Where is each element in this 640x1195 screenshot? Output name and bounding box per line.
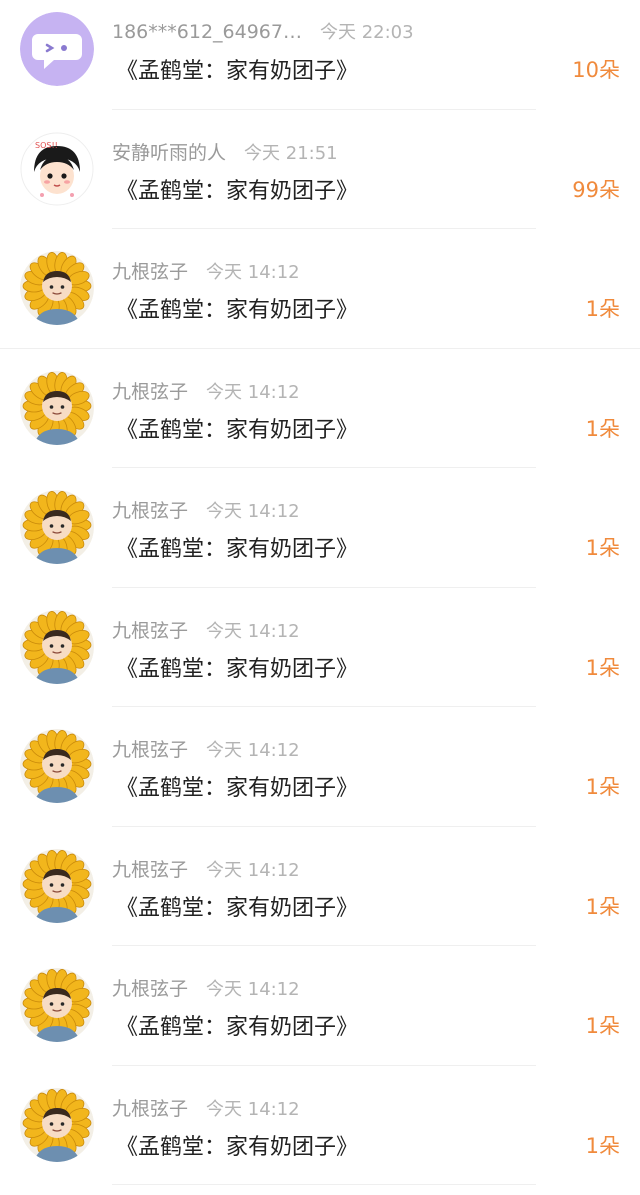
sunflower-avatar[interactable]: [20, 490, 94, 564]
sunflower-avatar[interactable]: [20, 968, 94, 1042]
work-title[interactable]: 《孟鹤堂：家有奶团子》: [116, 53, 358, 85]
list-item[interactable]: 九根弦子今天 14:12 《孟鹤堂：家有奶团子》 1朵: [0, 359, 640, 479]
divider: [112, 945, 536, 946]
sender-meta: 九根弦子今天 14:12: [112, 257, 300, 285]
work-title[interactable]: 《孟鹤堂：家有奶团子》: [116, 1009, 358, 1041]
divider: [112, 826, 536, 827]
sunflower-avatar[interactable]: [20, 849, 94, 923]
list-item[interactable]: 九根弦子今天 14:12 《孟鹤堂：家有奶团子》 1朵: [0, 717, 640, 837]
cartoon-boy-avatar[interactable]: SOS!!: [20, 132, 94, 206]
sender-meta: 九根弦子今天 14:12: [112, 855, 300, 883]
sender-name[interactable]: 九根弦子: [112, 261, 188, 283]
list-item[interactable]: 九根弦子今天 14:12 《孟鹤堂：家有奶团子》 1朵: [0, 956, 640, 1076]
list-item[interactable]: 九根弦子今天 14:12 《孟鹤堂：家有奶团子》 1朵: [0, 1076, 640, 1195]
divider: [112, 1065, 536, 1066]
send-time: 今天 14:12: [206, 621, 300, 642]
list-item[interactable]: 九根弦子今天 14:12 《孟鹤堂：家有奶团子》 1朵: [0, 837, 640, 957]
flower-count: 99朵: [572, 174, 620, 204]
sender-meta: 186***612_64967… 今天 22:03: [112, 18, 414, 46]
list-item[interactable]: SOS!! 安静听雨的人今天 21:51 《孟鹤堂：家有奶团子》 99朵: [0, 120, 640, 240]
work-title[interactable]: 《孟鹤堂：家有奶团子》: [116, 890, 358, 922]
divider: [112, 1184, 536, 1185]
send-time: 今天 14:12: [206, 860, 300, 881]
sender-name[interactable]: 九根弦子: [112, 739, 188, 761]
sender-meta: 九根弦子今天 14:12: [112, 377, 300, 405]
work-title[interactable]: 《孟鹤堂：家有奶团子》: [116, 412, 358, 444]
send-time: 今天 21:51: [244, 143, 338, 164]
flower-count: 1朵: [586, 532, 620, 562]
list-item[interactable]: 九根弦子今天 14:12 《孟鹤堂：家有奶团子》 1朵: [0, 239, 640, 359]
flower-count: 1朵: [586, 1130, 620, 1160]
flower-count: 1朵: [586, 891, 620, 921]
flower-count: 1朵: [586, 413, 620, 443]
list-item[interactable]: 九根弦子今天 14:12 《孟鹤堂：家有奶团子》 1朵: [0, 478, 640, 598]
svg-text:SOS!!: SOS!!: [35, 141, 58, 150]
sender-name[interactable]: 九根弦子: [112, 620, 188, 642]
sunflower-avatar[interactable]: [20, 610, 94, 684]
send-time: 今天 14:12: [206, 1099, 300, 1120]
work-title[interactable]: 《孟鹤堂：家有奶团子》: [116, 292, 358, 324]
sender-name[interactable]: 九根弦子: [112, 859, 188, 881]
send-time: 今天 14:12: [206, 262, 300, 283]
sender-name[interactable]: 九根弦子: [112, 500, 188, 522]
sender-meta: 九根弦子今天 14:12: [112, 735, 300, 763]
flower-count: 1朵: [586, 293, 620, 323]
sunflower-avatar[interactable]: [20, 1088, 94, 1162]
sunflower-avatar[interactable]: [20, 729, 94, 803]
flower-count: 1朵: [586, 652, 620, 682]
work-title[interactable]: 《孟鹤堂：家有奶团子》: [116, 651, 358, 683]
work-title[interactable]: 《孟鹤堂：家有奶团子》: [116, 770, 358, 802]
send-time: 今天 14:12: [206, 740, 300, 761]
gift-record-list: 186***612_64967… 今天 22:03 《孟鹤堂：家有奶团子》 10朵…: [0, 0, 640, 1195]
sender-name[interactable]: 九根弦子: [112, 381, 188, 403]
flower-count: 10朵: [572, 54, 620, 84]
divider: [112, 228, 536, 229]
flower-count: 1朵: [586, 1010, 620, 1040]
send-time: 今天 14:12: [206, 382, 300, 403]
sender-meta: 安静听雨的人今天 21:51: [112, 138, 338, 166]
list-item[interactable]: 186***612_64967… 今天 22:03 《孟鹤堂：家有奶团子》 10朵: [0, 0, 640, 120]
sender-meta: 九根弦子今天 14:12: [112, 496, 300, 524]
send-time: 今天 14:12: [206, 979, 300, 1000]
sender-name[interactable]: 九根弦子: [112, 1098, 188, 1120]
divider: [0, 348, 640, 349]
sunflower-avatar[interactable]: [20, 251, 94, 325]
work-title[interactable]: 《孟鹤堂：家有奶团子》: [116, 531, 358, 563]
divider: [112, 587, 536, 588]
sender-meta: 九根弦子今天 14:12: [112, 616, 300, 644]
divider: [112, 109, 536, 110]
sender-meta: 九根弦子今天 14:12: [112, 1094, 300, 1122]
sunflower-avatar[interactable]: [20, 371, 94, 445]
divider: [112, 706, 536, 707]
speech-bubble-face-avatar[interactable]: [20, 12, 94, 86]
list-item[interactable]: 九根弦子今天 14:12 《孟鹤堂：家有奶团子》 1朵: [0, 598, 640, 718]
sender-name[interactable]: 九根弦子: [112, 978, 188, 1000]
send-time: 今天 22:03: [320, 22, 414, 43]
work-title[interactable]: 《孟鹤堂：家有奶团子》: [116, 173, 358, 205]
work-title[interactable]: 《孟鹤堂：家有奶团子》: [116, 1129, 358, 1161]
sender-name[interactable]: 186***612_64967…: [112, 21, 302, 43]
sender-meta: 九根弦子今天 14:12: [112, 974, 300, 1002]
flower-count: 1朵: [586, 771, 620, 801]
send-time: 今天 14:12: [206, 501, 300, 522]
divider: [112, 467, 536, 468]
sender-name[interactable]: 安静听雨的人: [112, 142, 226, 164]
